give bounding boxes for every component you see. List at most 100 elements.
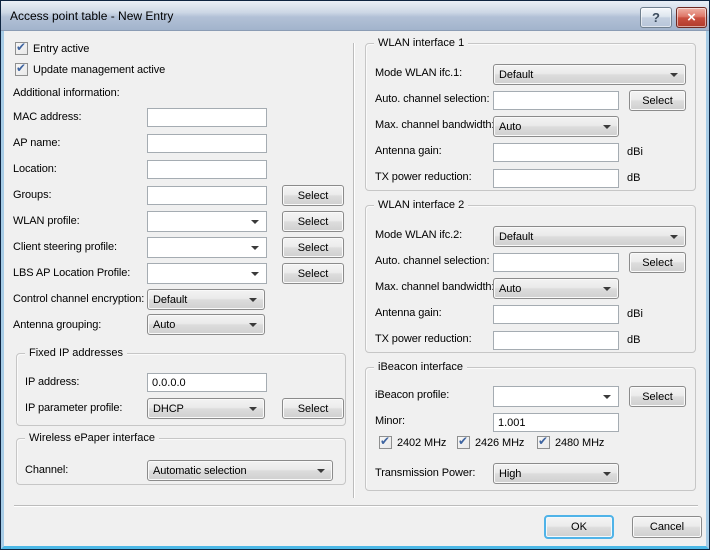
ip-parameter-profile-dropdown[interactable]: DHCP (147, 398, 265, 419)
entry-active-checkbox[interactable]: Entry active (15, 41, 89, 56)
dropdown-arrow-icon (603, 395, 611, 399)
additional-information-label: Additional information: (13, 87, 120, 100)
wlan2-antenna-gain-input[interactable] (493, 305, 619, 324)
client-steering-profile-combobox[interactable] (147, 237, 267, 258)
ok-button[interactable]: OK (544, 515, 614, 539)
epaper-channel-dropdown[interactable]: Automatic selection (147, 460, 333, 481)
wlan2-legend: WLAN interface 2 (374, 199, 468, 212)
ibeacon-profile-combobox[interactable] (493, 386, 619, 407)
wlan2-auto-channel-label: Auto. channel selection: (375, 255, 489, 268)
combo-value: Default (153, 294, 187, 306)
wlan2-auto-channel-select-button[interactable]: Select (629, 252, 686, 273)
ip-address-label: IP address: (25, 376, 79, 389)
wlan1-auto-channel-input[interactable] (493, 91, 619, 110)
wlan-profile-select-button[interactable]: Select (282, 211, 344, 232)
ibeacon-profile-label: iBeacon profile: (375, 389, 449, 402)
combo-value: Auto (499, 121, 521, 133)
checkbox-check-icon (15, 42, 28, 55)
wlan2-tx-power-unit: dB (627, 334, 640, 347)
dropdown-arrow-icon (670, 235, 678, 239)
ibeacon-minor-label: Minor: (375, 415, 405, 428)
titlebar: Access point table - New Entry ? × (1, 1, 709, 31)
wlan1-mode-label: Mode WLAN ifc.1: (375, 67, 462, 80)
combo-value: Automatic selection (153, 465, 246, 477)
wlan-profile-label: WLAN profile: (13, 215, 80, 228)
wlan1-antenna-gain-input[interactable] (493, 143, 619, 162)
dropdown-arrow-icon (603, 125, 611, 129)
antenna-grouping-label: Antenna grouping: (13, 319, 101, 332)
lbs-ap-location-profile-combobox[interactable] (147, 263, 267, 284)
combo-value: DHCP (153, 403, 184, 415)
freq-2426-checkbox[interactable]: 2426 MHz (457, 435, 524, 450)
ibeacon-legend: iBeacon interface (374, 361, 467, 374)
dropdown-arrow-icon (670, 73, 678, 77)
dropdown-arrow-icon (603, 472, 611, 476)
ip-parameter-select-button[interactable]: Select (282, 398, 344, 419)
ip-address-input[interactable] (147, 373, 267, 392)
control-channel-encryption-dropdown[interactable]: Default (147, 289, 265, 310)
combo-value: High (499, 468, 521, 480)
epaper-legend: Wireless ePaper interface (25, 432, 159, 445)
antenna-grouping-dropdown[interactable]: Auto (147, 314, 265, 335)
checkbox-check-icon (379, 436, 392, 449)
combo-value: Auto (499, 283, 521, 295)
wlan1-mode-dropdown[interactable]: Default (493, 64, 686, 85)
groups-select-button[interactable]: Select (282, 185, 344, 206)
mac-address-label: MAC address: (13, 111, 82, 124)
wlan1-tx-power-label: TX power reduction: (375, 171, 472, 184)
checkbox-check-icon (15, 63, 28, 76)
dialog-window: Access point table - New Entry ? × Entry… (0, 0, 710, 550)
groups-label: Groups: (13, 189, 51, 202)
dropdown-arrow-icon (317, 469, 325, 473)
ibeacon-minor-input[interactable] (493, 413, 619, 432)
help-button[interactable]: ? (640, 7, 672, 28)
ap-name-input[interactable] (147, 134, 267, 153)
wlan2-antenna-gain-unit: dBi (627, 308, 643, 321)
wlan2-max-bandwidth-dropdown[interactable]: Auto (493, 278, 619, 299)
client-steering-select-button[interactable]: Select (282, 237, 344, 258)
window-title: Access point table - New Entry (10, 9, 173, 23)
lbs-ap-location-select-button[interactable]: Select (282, 263, 344, 284)
wlan-profile-combobox[interactable] (147, 211, 267, 232)
freq-2426-label: 2426 MHz (475, 437, 524, 449)
wlan1-antenna-gain-unit: dBi (627, 146, 643, 159)
ip-parameter-profile-label: IP parameter profile: (25, 402, 122, 415)
freq-2480-checkbox[interactable]: 2480 MHz (537, 435, 604, 450)
control-channel-encryption-label: Control channel encryption: (13, 293, 144, 306)
dropdown-arrow-icon (249, 407, 257, 411)
wlan1-auto-channel-label: Auto. channel selection: (375, 93, 489, 106)
location-input[interactable] (147, 160, 267, 179)
entry-active-label: Entry active (33, 43, 89, 55)
ap-name-label: AP name: (13, 137, 60, 150)
mac-address-input[interactable] (147, 108, 267, 127)
dropdown-arrow-icon (249, 323, 257, 327)
wlan2-tx-power-input[interactable] (493, 331, 619, 350)
dropdown-arrow-icon (251, 220, 259, 224)
update-management-checkbox[interactable]: Update management active (15, 62, 165, 77)
dropdown-arrow-icon (603, 287, 611, 291)
cancel-button[interactable]: Cancel (632, 516, 702, 538)
wlan1-legend: WLAN interface 1 (374, 37, 468, 50)
client-steering-profile-label: Client steering profile: (13, 241, 117, 254)
combo-value: Default (499, 69, 533, 81)
transmission-power-label: Transmission Power: (375, 467, 475, 480)
groups-input[interactable] (147, 186, 267, 205)
wlan2-auto-channel-input[interactable] (493, 253, 619, 272)
wlan1-tx-power-input[interactable] (493, 169, 619, 188)
dropdown-arrow-icon (249, 298, 257, 302)
close-button[interactable]: × (676, 7, 707, 28)
wlan2-mode-dropdown[interactable]: Default (493, 226, 686, 247)
checkbox-check-icon (537, 436, 550, 449)
wlan2-tx-power-label: TX power reduction: (375, 333, 472, 346)
wlan1-auto-channel-select-button[interactable]: Select (629, 90, 686, 111)
combo-value: Auto (153, 319, 175, 331)
transmission-power-dropdown[interactable]: High (493, 463, 619, 484)
footer-divider (14, 505, 698, 507)
freq-2480-label: 2480 MHz (555, 437, 604, 449)
fixed-ip-legend: Fixed IP addresses (25, 347, 127, 360)
wlan1-max-bandwidth-dropdown[interactable]: Auto (493, 116, 619, 137)
freq-2402-checkbox[interactable]: 2402 MHz (379, 435, 446, 450)
freq-2402-label: 2402 MHz (397, 437, 446, 449)
ibeacon-profile-select-button[interactable]: Select (629, 386, 686, 407)
combo-value: Default (499, 231, 533, 243)
